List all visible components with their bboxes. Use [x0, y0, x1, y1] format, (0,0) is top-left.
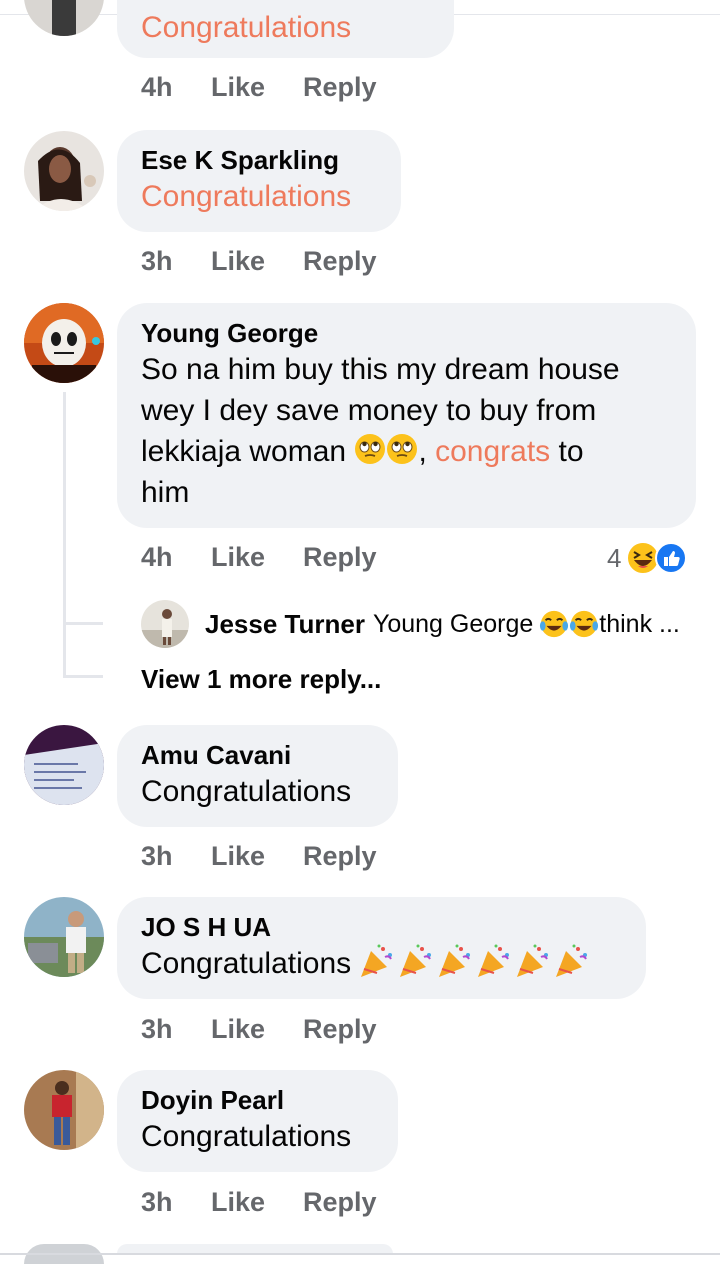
thread-branch	[63, 675, 103, 678]
party-popper-emoji-icon	[478, 944, 510, 977]
commenter-name[interactable]: Young George	[141, 317, 672, 349]
tears-of-joy-emoji-icon	[540, 610, 569, 638]
bottom-divider	[0, 1253, 720, 1255]
party-popper-emoji-icon	[439, 944, 471, 977]
reaction-count: 4	[607, 542, 622, 573]
like-button[interactable]: Like	[211, 841, 303, 872]
comment-text: Congratulations	[141, 1120, 352, 1153]
comment-text: Congratulations	[141, 11, 352, 44]
reply-preview[interactable]: Jesse Turner Young George think ...	[141, 600, 680, 648]
comment-time: 4h	[141, 542, 173, 572]
comment-bubble[interactable]: Young George So na him buy this my dream…	[117, 303, 696, 528]
comment-bubble[interactable]: JO S H UA Congratulations	[117, 897, 646, 999]
comment-text-line: him	[141, 476, 190, 509]
reply-button[interactable]: Reply	[303, 72, 377, 103]
like-reaction-icon	[655, 542, 688, 574]
commenter-name[interactable]: JO S H UA	[141, 911, 622, 943]
party-popper-emoji-icon	[517, 944, 549, 977]
comment-text-segment: lekkiaja woman	[141, 435, 347, 468]
comment-actions: 3h Like Reply	[141, 246, 377, 277]
reply-avatar[interactable]	[141, 600, 189, 648]
comment-actions: 3h Like Reply	[141, 1014, 377, 1045]
comment-text-line: wey I dey save money to buy from	[141, 394, 597, 427]
tears-of-joy-emoji-icon	[570, 610, 599, 638]
reply-mention: Young George	[372, 609, 534, 638]
comment-text: Congratulations	[141, 180, 352, 213]
comment-bubble[interactable]: Amu Cavani Congratulations	[117, 725, 398, 827]
commenter-name[interactable]: Amu Cavani	[141, 739, 374, 771]
reply-button[interactable]: Reply	[303, 1014, 377, 1045]
view-more-replies-link[interactable]: View 1 more reply...	[141, 664, 381, 695]
commenter-name[interactable]: Ese K Sparkling	[141, 144, 377, 176]
thread-line	[63, 392, 66, 675]
comment-actions: 3h Like Reply	[141, 841, 377, 872]
comma: ,	[418, 435, 436, 468]
like-button[interactable]: Like	[211, 246, 303, 277]
reply-button[interactable]: Reply	[303, 1187, 377, 1218]
reply-author-name[interactable]: Jesse Turner	[205, 609, 365, 640]
comment-text-segment: Congratulations	[141, 947, 352, 980]
reaction-summary[interactable]: 4	[607, 540, 688, 576]
party-popper-emoji-icon	[400, 944, 432, 977]
comment-text-segment: to	[550, 435, 584, 468]
avatar[interactable]	[24, 725, 104, 805]
avatar[interactable]	[24, 897, 104, 977]
party-popper-emoji-icon	[361, 944, 393, 977]
eye-roll-emoji-icon	[387, 434, 418, 464]
avatar[interactable]	[24, 303, 104, 383]
comment-text: Congratulations	[141, 943, 622, 984]
comment-time: 3h	[141, 246, 173, 276]
avatar[interactable]	[24, 0, 104, 36]
eye-roll-emoji-icon	[355, 434, 386, 464]
comment-time: 4h	[141, 72, 173, 102]
comment-text-line: lekkiaja woman , congrats to	[141, 431, 672, 472]
party-popper-emoji-icon	[556, 944, 588, 977]
like-button[interactable]: Like	[211, 1014, 303, 1045]
comment-time: 3h	[141, 841, 173, 871]
comment-actions: 4h Like Reply	[141, 72, 377, 103]
comment-text-line: So na him buy this my dream house	[141, 353, 620, 386]
avatar[interactable]	[24, 1070, 104, 1150]
comment-actions: 3h Like Reply	[141, 1187, 377, 1218]
comment-bubble[interactable]: Ese K Sparkling Congratulations	[117, 130, 401, 232]
comment-bubble[interactable]: Congratulations	[117, 0, 454, 58]
highlight-link[interactable]: congrats	[435, 435, 550, 468]
comment-bubble[interactable]: Doyin Pearl Congratulations	[117, 1070, 398, 1172]
reply-button[interactable]: Reply	[303, 841, 377, 872]
commenter-name[interactable]: Doyin Pearl	[141, 1084, 374, 1116]
thread-branch	[63, 622, 103, 625]
comment-time: 3h	[141, 1014, 173, 1044]
reply-button[interactable]: Reply	[303, 246, 377, 277]
reply-trailing-text: think ...	[599, 609, 680, 638]
comment-actions: 4h Like Reply	[141, 542, 377, 573]
like-button[interactable]: Like	[211, 542, 303, 573]
comment-time: 3h	[141, 1187, 173, 1217]
like-button[interactable]: Like	[211, 1187, 303, 1218]
comment-text: Congratulations	[141, 775, 352, 808]
reply-button[interactable]: Reply	[303, 542, 377, 573]
avatar[interactable]	[24, 131, 104, 211]
like-button[interactable]: Like	[211, 72, 303, 103]
